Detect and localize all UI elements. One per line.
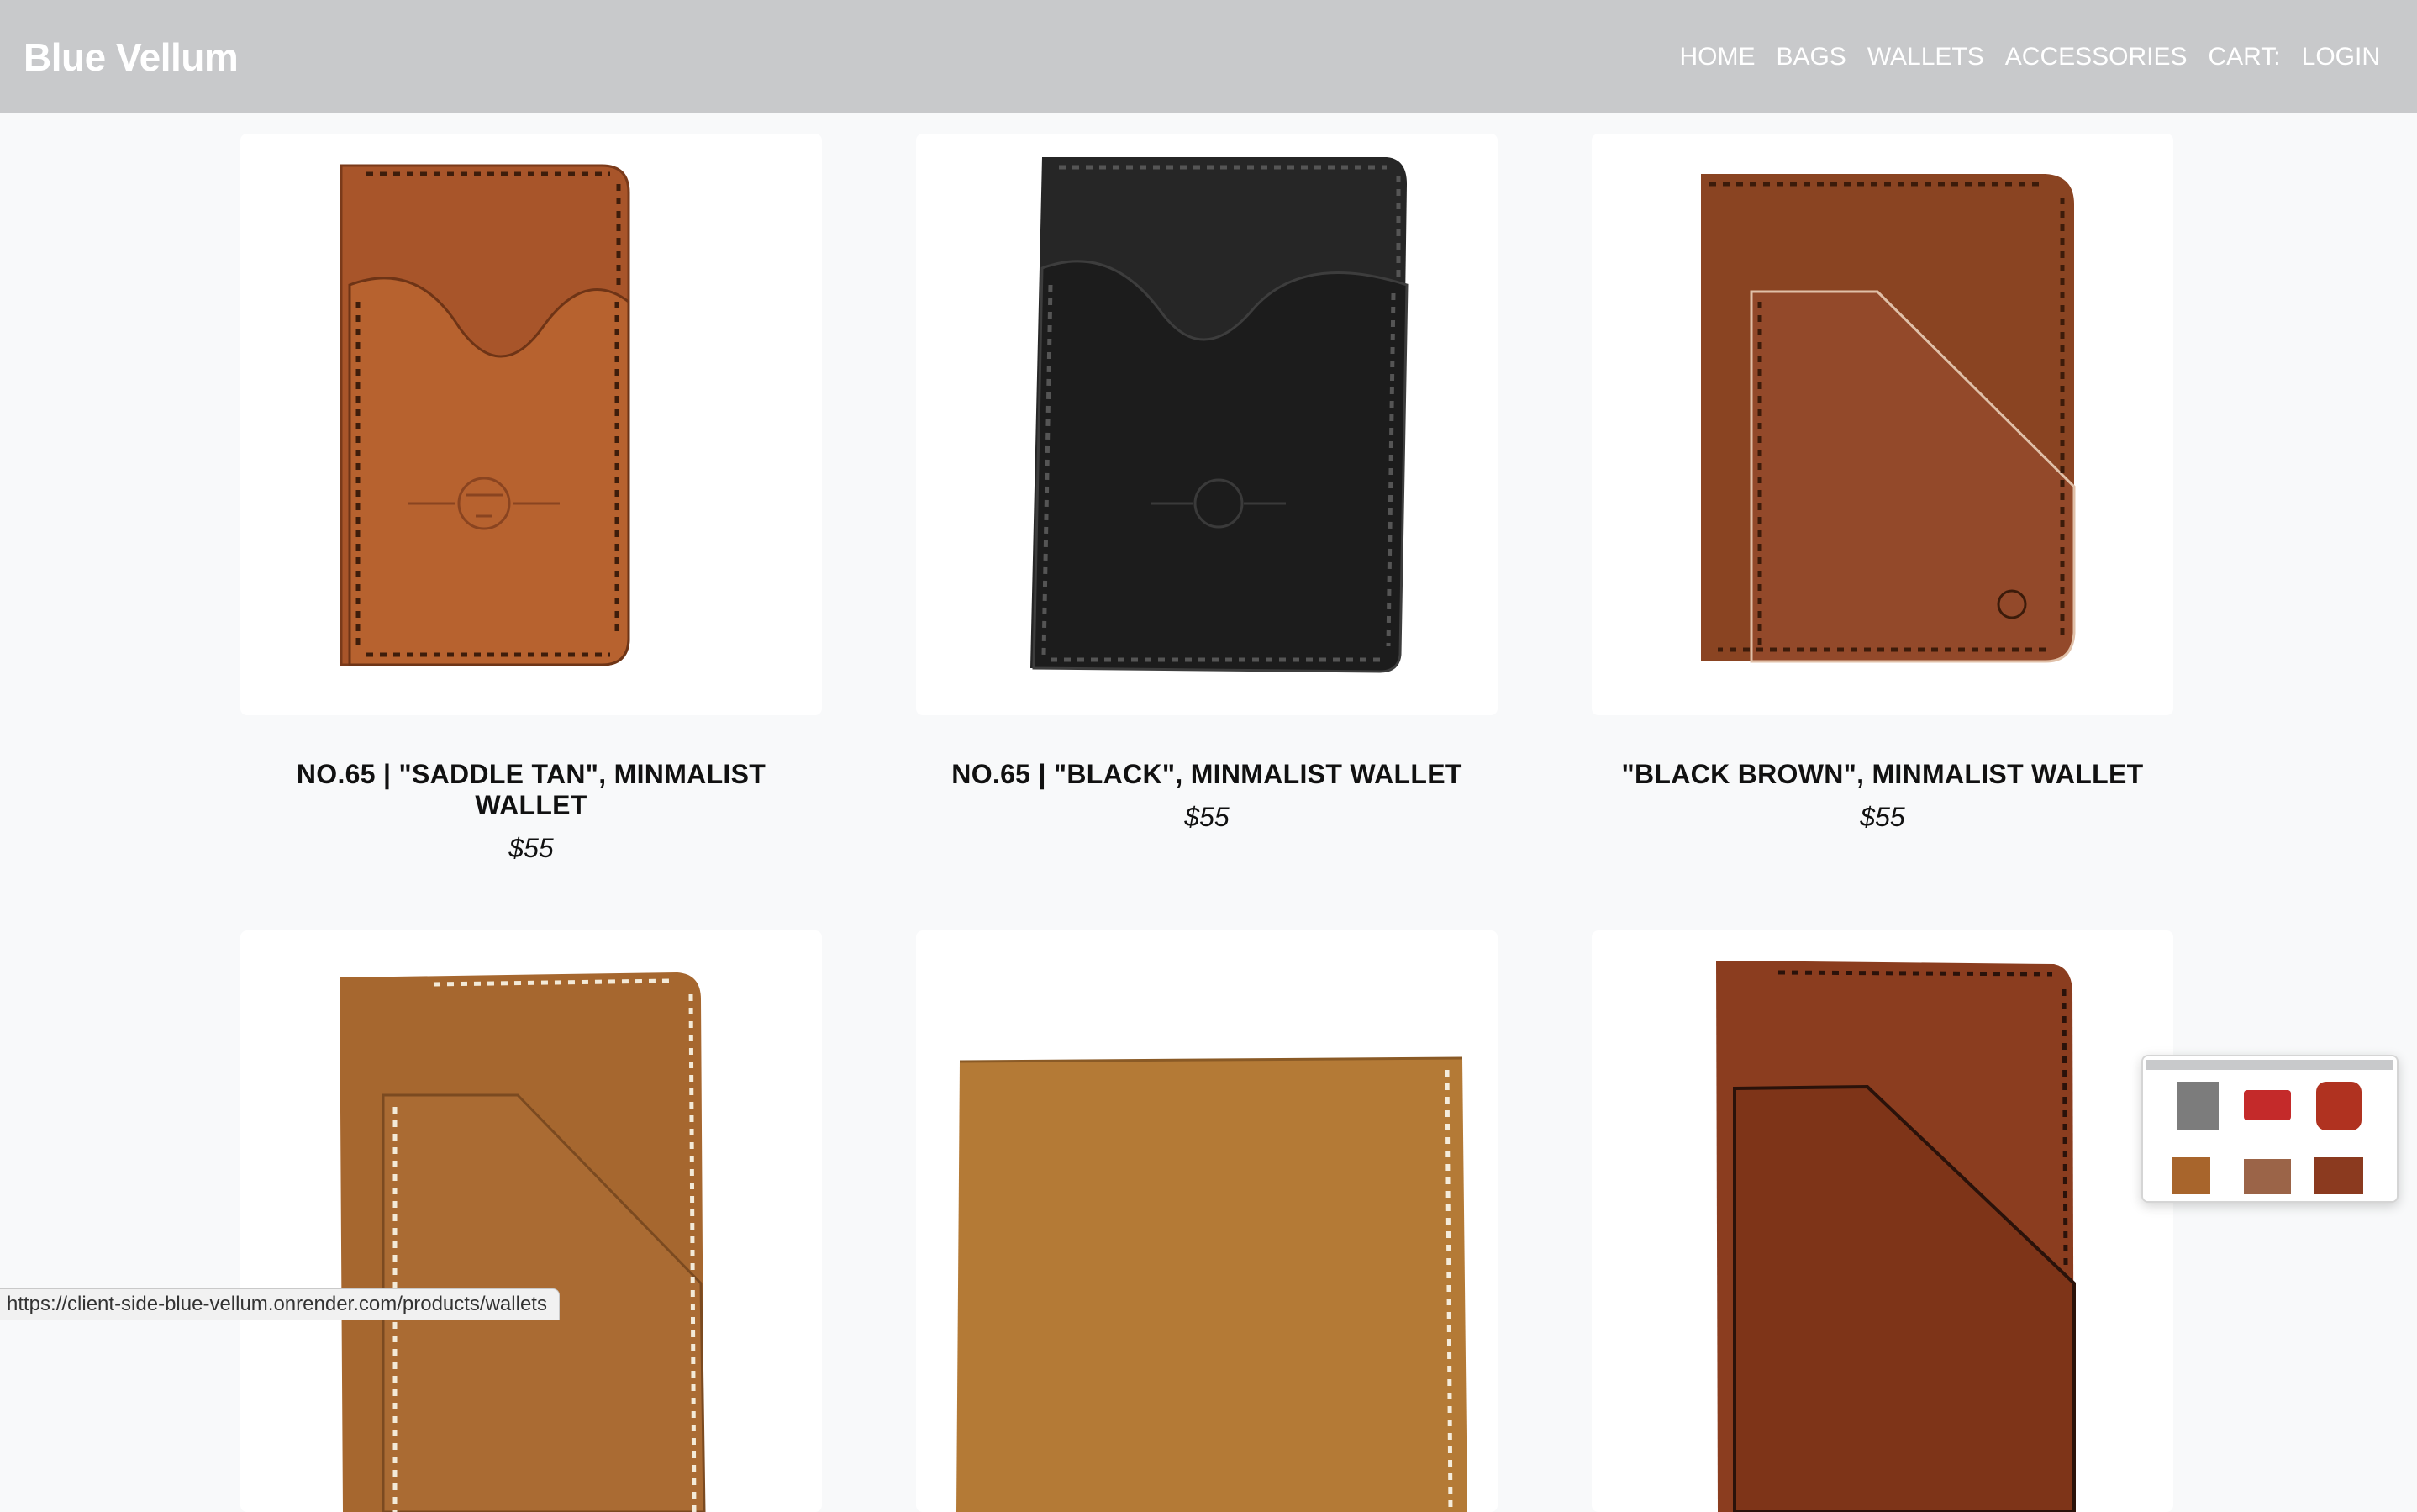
product-price: $55: [916, 802, 1498, 833]
wallet-image-tan-bifold: [916, 930, 1498, 1512]
nav-links: HOME BAGS WALLETS ACCESSORIES CART: LOGI…: [1658, 43, 2380, 71]
wallet-image-tan-card-slot: [240, 930, 822, 1512]
nav-bags[interactable]: BAGS: [1776, 43, 1846, 71]
nav-home[interactable]: HOME: [1679, 43, 1755, 71]
wallet-image-saddle-tan: [240, 134, 822, 715]
product-card[interactable]: [916, 930, 1498, 1512]
product-grid: NO.65 | "SADDLE TAN", MINMALIST WALLET $…: [0, 113, 2417, 1320]
status-bar-url: https://client-side-blue-vellum.onrender…: [0, 1288, 560, 1320]
product-title[interactable]: "BLACK BROWN", MINMALIST WALLET: [1592, 759, 2173, 790]
product-price: $55: [1592, 802, 2173, 833]
product-card[interactable]: NO.65 | "BLACK", MINMALIST WALLET $55: [916, 134, 1498, 833]
product-image[interactable]: [1592, 134, 2173, 715]
nav-accessories[interactable]: ACCESSORIES: [2005, 43, 2188, 71]
wallet-image-black-brown: [1592, 134, 2173, 715]
product-title[interactable]: NO.65 | "SADDLE TAN", MINMALIST WALLET: [240, 759, 822, 821]
navbar: Blue Vellum HOME BAGS WALLETS ACCESSORIE…: [0, 0, 2417, 113]
product-card[interactable]: "BLACK BROWN", MINMALIST WALLET $55: [1592, 134, 2173, 833]
product-image[interactable]: [916, 134, 1498, 715]
product-image[interactable]: [916, 930, 1498, 1512]
nav-login[interactable]: LOGIN: [2302, 43, 2380, 71]
product-card[interactable]: [240, 930, 822, 1512]
product-image[interactable]: [240, 930, 822, 1512]
wallet-image-black: [916, 134, 1498, 715]
product-image[interactable]: [1592, 930, 2173, 1512]
nav-wallets[interactable]: WALLETS: [1867, 43, 1984, 71]
product-title[interactable]: NO.65 | "BLACK", MINMALIST WALLET: [916, 759, 1498, 790]
tab-preview-thumbnail[interactable]: [2141, 1055, 2399, 1203]
product-image[interactable]: [240, 134, 822, 715]
brand-logo[interactable]: Blue Vellum: [24, 34, 238, 80]
product-card[interactable]: NO.65 | "SADDLE TAN", MINMALIST WALLET $…: [240, 134, 822, 864]
product-card[interactable]: [1592, 930, 2173, 1512]
nav-cart[interactable]: CART:: [2209, 43, 2281, 71]
product-price: $55: [240, 833, 822, 864]
thumbnail-image: [2143, 1056, 2397, 1201]
wallet-image-dark-tan: [1592, 930, 2173, 1512]
